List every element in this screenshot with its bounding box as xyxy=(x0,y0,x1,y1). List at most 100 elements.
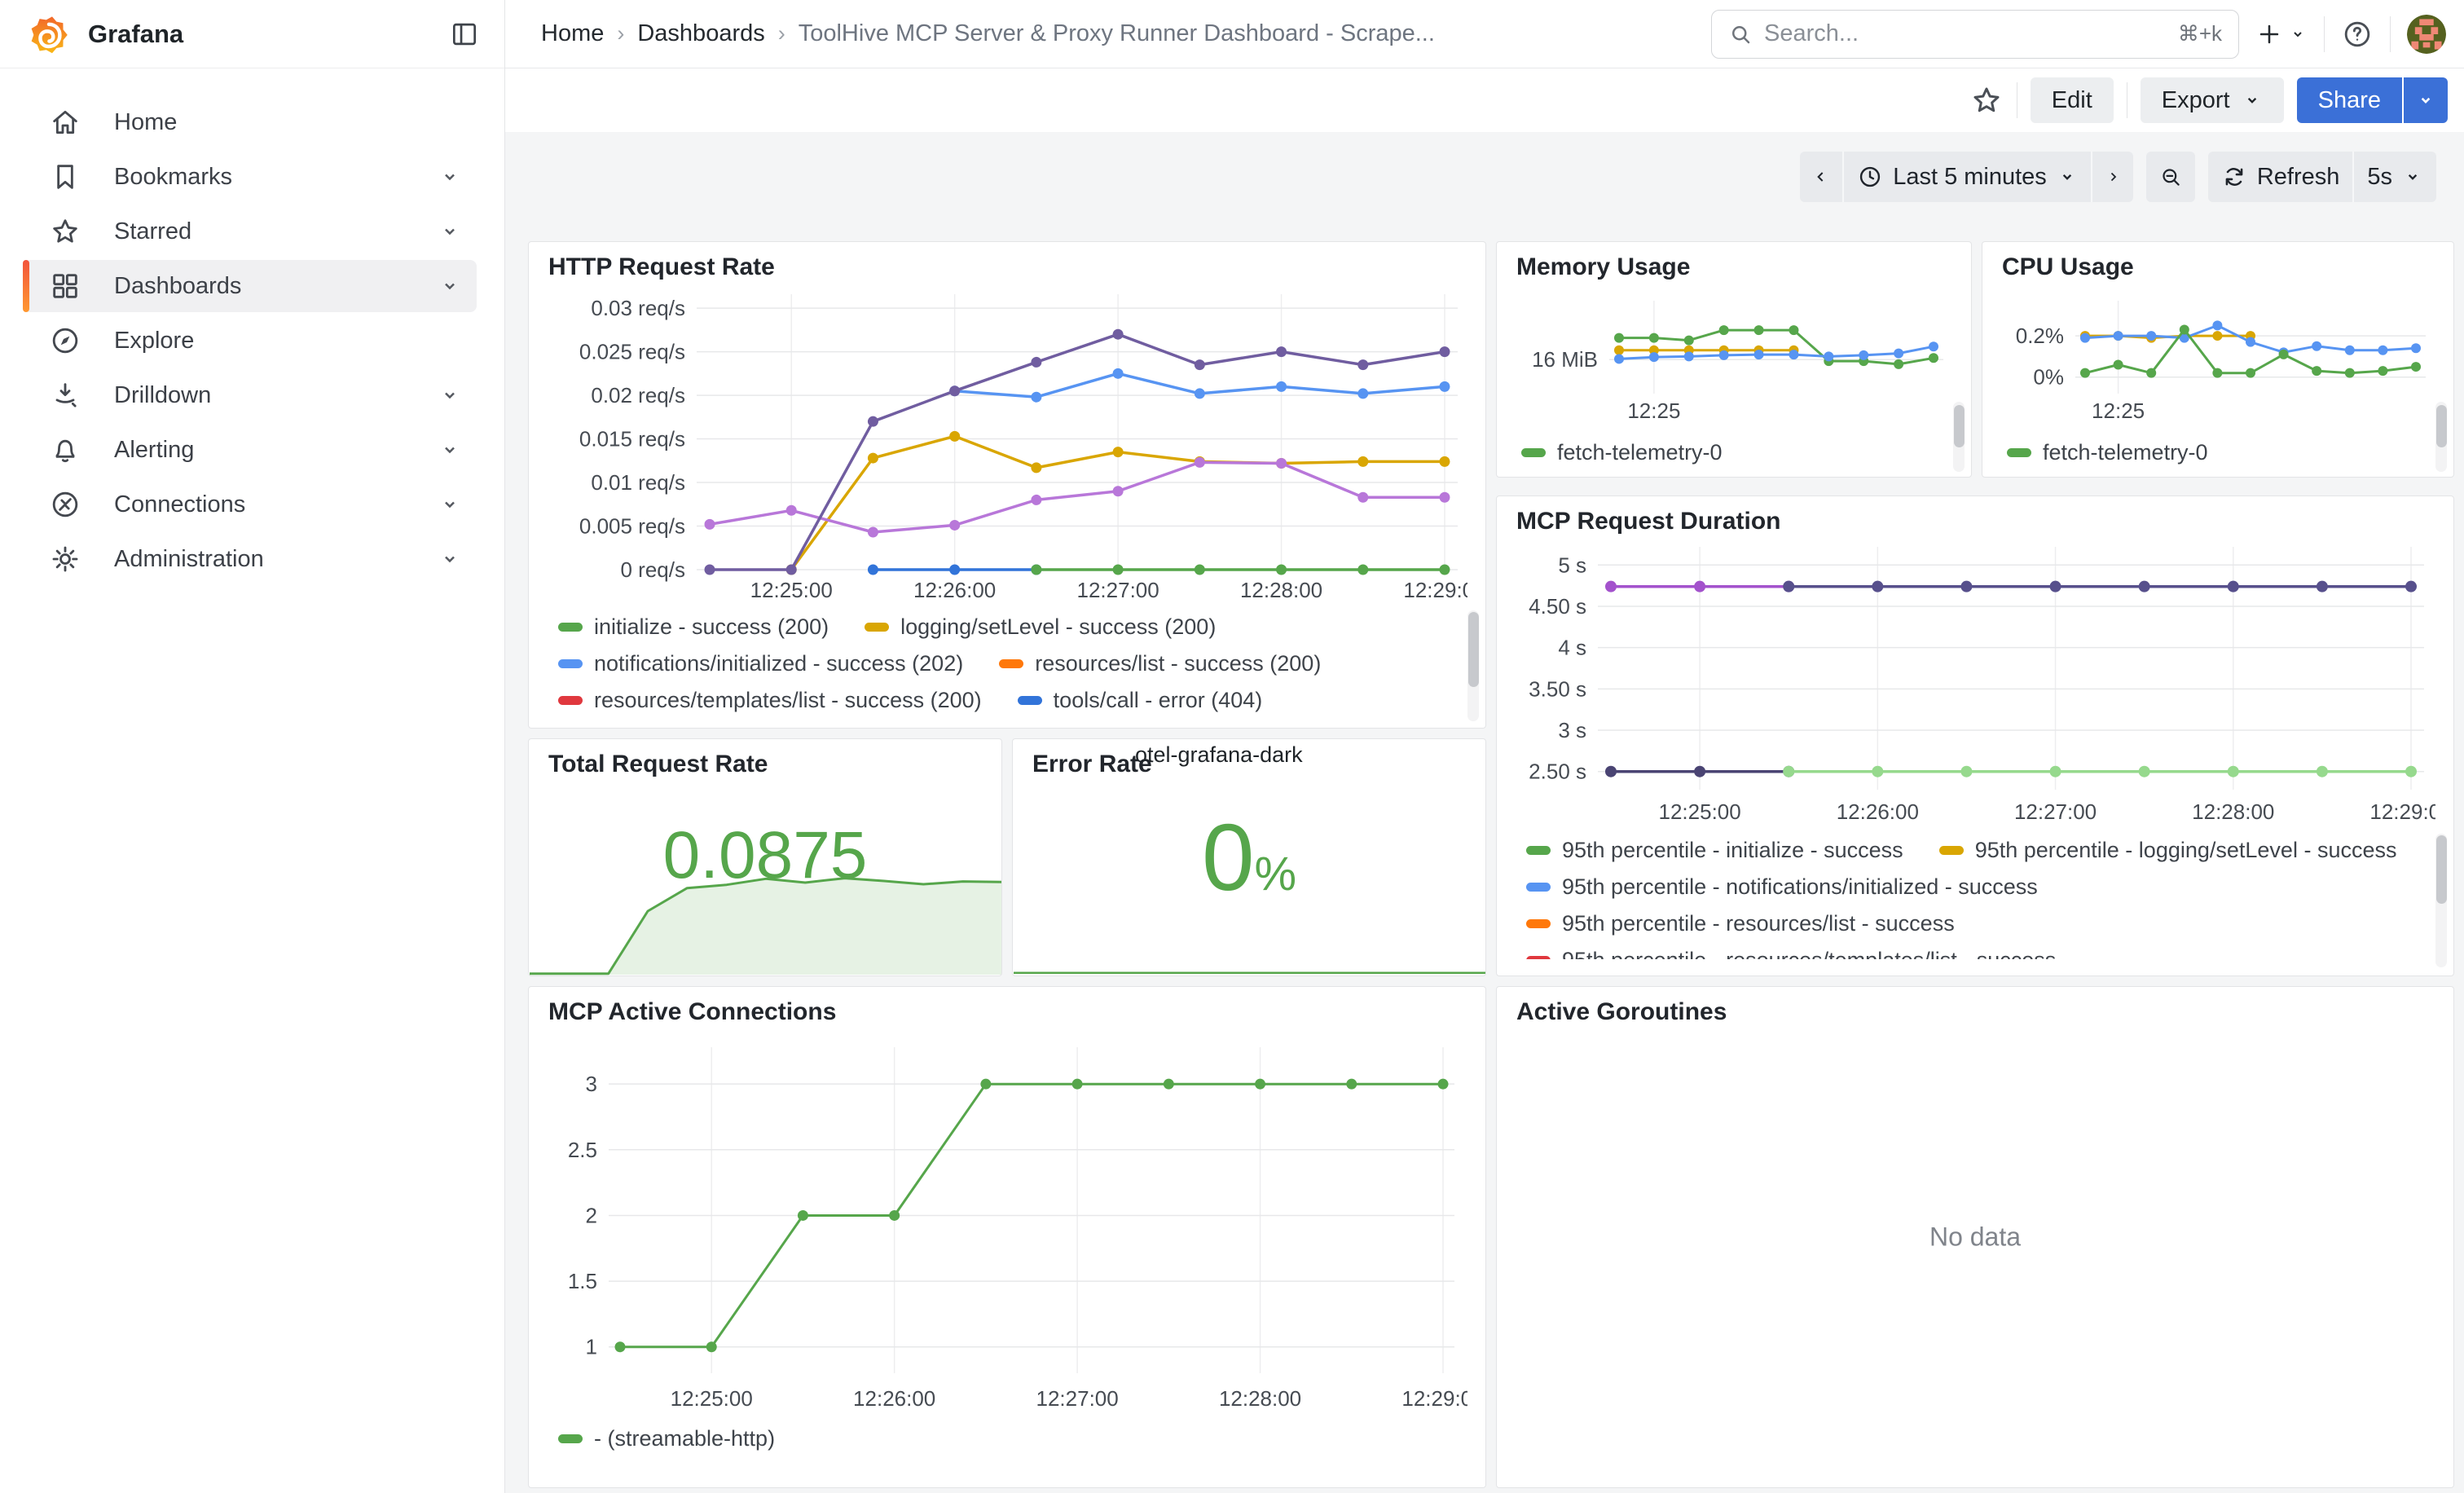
mcp-active-connections-chart[interactable]: 12:25:0012:26:0012:27:0012:28:0012:29:00… xyxy=(548,1033,1467,1416)
search-shortcut: ⌘+k xyxy=(2178,21,2222,46)
bookmark-icon xyxy=(49,161,83,193)
panel-mcp-active-connections: MCP Active Connections 12:25:0012:26:001… xyxy=(528,986,1486,1488)
sidebar-item-home[interactable]: Home xyxy=(23,96,477,148)
svg-text:3 s: 3 s xyxy=(1558,718,1586,742)
scrollbar[interactable] xyxy=(2435,402,2447,472)
grafana-logo-icon[interactable] xyxy=(28,13,70,55)
sidebar-item-connections[interactable]: Connections xyxy=(23,478,477,531)
svg-text:1.5: 1.5 xyxy=(568,1269,597,1293)
legend-item[interactable]: 95th percentile - logging/setLevel - suc… xyxy=(1939,838,2397,863)
legend-item[interactable]: - (streamable-http) xyxy=(558,1426,775,1451)
svg-text:12:25:00: 12:25:00 xyxy=(1659,799,1741,824)
refresh-interval-picker[interactable]: 5s xyxy=(2352,152,2436,202)
svg-text:12:28:00: 12:28:00 xyxy=(2192,799,2274,824)
cpu-usage-chart[interactable]: 12:250.2%0% xyxy=(2000,289,2437,428)
panel-title[interactable]: MCP Active Connections xyxy=(548,998,836,1026)
stat-value: 0.0875 xyxy=(529,817,1001,894)
legend-item[interactable]: 95th percentile - resources/templates/li… xyxy=(1526,948,2056,959)
panel-title[interactable]: Memory Usage xyxy=(1516,253,1690,281)
svg-text:12:26:00: 12:26:00 xyxy=(913,578,996,602)
time-back-button[interactable] xyxy=(1800,152,1842,202)
legend-item[interactable]: 95th percentile - notifications/initiali… xyxy=(1526,874,2038,900)
export-button[interactable]: Export xyxy=(2141,77,2284,123)
sidebar-item-label: Dashboards xyxy=(114,273,241,300)
scrollbar[interactable] xyxy=(1467,610,1479,721)
zoom-out-button[interactable] xyxy=(2146,152,2195,202)
panel-title[interactable]: HTTP Request Rate xyxy=(548,253,775,281)
legend-item[interactable]: fetch-telemetry-0 xyxy=(2007,440,2208,465)
legend-item[interactable]: 95th percentile - initialize - success xyxy=(1526,838,1903,863)
breadcrumb-home[interactable]: Home xyxy=(541,20,604,47)
refresh-icon xyxy=(2221,164,2247,190)
error-rate-sparkline[interactable] xyxy=(1014,965,1486,976)
time-range-picker[interactable]: Last 5 minutes xyxy=(1842,152,2091,202)
svg-text:4.50 s: 4.50 s xyxy=(1529,594,1586,619)
chevron-down-icon[interactable] xyxy=(438,383,462,407)
panel-mcp-request-duration: MCP Request Duration 12:25:0012:26:0012:… xyxy=(1496,495,2454,976)
divider xyxy=(2390,16,2391,52)
svg-text:12:26:00: 12:26:00 xyxy=(853,1386,935,1411)
sidebar-item-administration[interactable]: Administration xyxy=(23,533,477,585)
legend-item[interactable]: tools/call - error (404) xyxy=(1018,688,1263,713)
panel-title[interactable]: CPU Usage xyxy=(2002,253,2134,281)
share-button[interactable]: Share xyxy=(2297,77,2402,123)
svg-text:0 req/s: 0 req/s xyxy=(621,557,686,582)
sidebar-item-starred[interactable]: Starred xyxy=(23,205,477,258)
favorite-star-icon[interactable] xyxy=(1969,83,2004,117)
legend-item[interactable]: notifications/initialized - success (202… xyxy=(558,651,963,676)
stat-value: 0% xyxy=(1013,803,1485,912)
sidebar-item-drilldown[interactable]: Drilldown xyxy=(23,369,477,421)
legend-item[interactable]: initialize - success (200) xyxy=(558,614,829,640)
legend-item[interactable]: resources/templates/list - success (200) xyxy=(558,688,982,713)
svg-text:0.03 req/s: 0.03 req/s xyxy=(591,296,685,320)
search-input[interactable]: Search... ⌘+k xyxy=(1711,10,2239,59)
panel-title[interactable]: MCP Request Duration xyxy=(1516,508,1780,535)
breadcrumb-dashboards[interactable]: Dashboards xyxy=(637,20,764,47)
chevron-down-icon[interactable] xyxy=(438,274,462,298)
svg-text:2: 2 xyxy=(586,1203,597,1227)
chevron-down-icon[interactable] xyxy=(438,492,462,517)
sidebar-item-bookmarks[interactable]: Bookmarks xyxy=(23,151,477,203)
svg-text:0.015 req/s: 0.015 req/s xyxy=(579,427,685,451)
svg-text:12:27:00: 12:27:00 xyxy=(1077,578,1159,602)
refresh-button[interactable]: Refresh xyxy=(2208,152,2353,202)
panel-active-goroutines: Active Goroutines No data xyxy=(1496,986,2454,1488)
scrollbar[interactable] xyxy=(1953,402,1965,472)
breadcrumb-separator: › xyxy=(617,21,624,46)
http-request-rate-chart[interactable]: 12:25:0012:26:0012:27:0012:28:0012:29:00… xyxy=(548,281,1467,607)
edit-button[interactable]: Edit xyxy=(2031,77,2114,123)
svg-text:4 s: 4 s xyxy=(1558,636,1586,660)
sidebar-item-label: Drilldown xyxy=(114,382,211,409)
memory-usage-chart[interactable]: 12:2516 MiB xyxy=(1515,289,1955,428)
chevron-down-icon[interactable] xyxy=(438,165,462,189)
legend-item[interactable]: 95th percentile - resources/list - succe… xyxy=(1526,911,1955,936)
sidebar-item-explore[interactable]: Explore xyxy=(23,315,477,367)
panel-title[interactable]: Total Request Rate xyxy=(548,751,768,778)
panel-title[interactable]: Error Rate xyxy=(1032,751,1152,778)
sidebar: Grafana Home Bookmarks Starred Dashboard… xyxy=(0,0,505,1493)
scrollbar[interactable] xyxy=(2435,834,2447,967)
collapse-sidebar-icon[interactable] xyxy=(449,19,480,50)
share-menu-button[interactable] xyxy=(2404,77,2448,123)
sidebar-item-dashboards[interactable]: Dashboards xyxy=(23,260,477,312)
chevron-down-icon[interactable] xyxy=(438,438,462,462)
legend-item[interactable]: logging/setLevel - success (200) xyxy=(865,614,1216,640)
svg-text:2.50 s: 2.50 s xyxy=(1529,760,1586,784)
chevron-down-icon[interactable] xyxy=(438,219,462,244)
add-button[interactable] xyxy=(2255,20,2308,48)
sidebar-item-label: Alerting xyxy=(114,437,194,464)
legend-item[interactable]: resources/list - success (200) xyxy=(999,651,1321,676)
help-icon[interactable] xyxy=(2341,18,2374,51)
panel-title[interactable]: Active Goroutines xyxy=(1516,998,1727,1026)
mcp-request-duration-chart[interactable]: 12:25:0012:26:0012:27:0012:28:0012:29:00… xyxy=(1516,535,2435,829)
sidebar-item-label: Home xyxy=(114,109,177,136)
svg-text:0.005 req/s: 0.005 req/s xyxy=(579,514,685,539)
svg-text:0.02 req/s: 0.02 req/s xyxy=(591,383,685,407)
sidebar-item-alerting[interactable]: Alerting xyxy=(23,424,477,476)
time-forward-button[interactable] xyxy=(2091,152,2133,202)
legend-item[interactable]: fetch-telemetry-0 xyxy=(1521,440,1723,465)
top-bar: Home › Dashboards › ToolHive MCP Server … xyxy=(505,0,2464,68)
zoom-out-icon xyxy=(2159,164,2182,190)
chevron-down-icon[interactable] xyxy=(438,547,462,571)
avatar[interactable] xyxy=(2407,15,2446,54)
